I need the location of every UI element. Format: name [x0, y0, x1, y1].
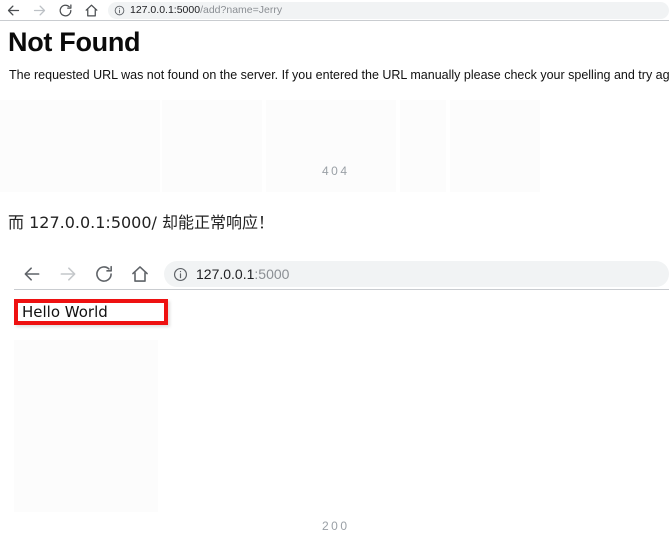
url-host-inner: 127.0.0.1: [196, 266, 255, 282]
highlight-box: Hello World: [14, 299, 168, 325]
back-arrow-icon: [22, 264, 42, 284]
toolbar-separator-top: [0, 20, 669, 21]
background-band: [400, 100, 446, 192]
home-button-inner[interactable]: [122, 259, 158, 289]
toolbar-separator-inner: [14, 289, 669, 290]
status-code-404: 404: [322, 164, 350, 178]
reload-icon: [58, 3, 73, 18]
reload-icon: [94, 264, 114, 284]
reload-button-inner[interactable]: [86, 259, 122, 289]
address-bar-url-inner: 127.0.0.1:5000: [196, 266, 289, 282]
reload-button-top[interactable]: [52, 0, 78, 20]
background-band: [0, 100, 160, 192]
forward-arrow-icon: [58, 264, 78, 284]
forward-arrow-icon: [32, 3, 47, 18]
address-bar-inner[interactable]: 127.0.0.1:5000: [164, 261, 669, 287]
url-port-inner: :5000: [254, 266, 290, 282]
forward-button-top[interactable]: [26, 0, 52, 20]
annotation-text: 而 127.0.0.1:5000/ 却能正常响应！: [8, 213, 275, 232]
info-circle-icon[interactable]: [164, 267, 196, 282]
back-arrow-icon: [6, 3, 21, 18]
back-button-inner[interactable]: [14, 259, 50, 289]
url-host-top: 127.0.0.1:5000: [130, 4, 201, 16]
background-band: [450, 100, 540, 192]
page-title: Not Found: [8, 27, 141, 57]
home-icon: [84, 3, 99, 18]
home-button-top[interactable]: [78, 0, 104, 20]
home-icon: [130, 264, 150, 284]
background-band: [162, 100, 262, 192]
url-path-top: /add?name=Jerry: [200, 4, 283, 16]
forward-button-inner[interactable]: [50, 259, 86, 289]
browser-toolbar-top: 127.0.0.1:5000/add?name=Jerry: [0, 0, 669, 20]
info-circle-icon[interactable]: [108, 5, 130, 16]
background-band: [266, 100, 396, 192]
browser-toolbar-inner: 127.0.0.1:5000: [14, 259, 669, 289]
address-bar-top[interactable]: 127.0.0.1:5000/add?name=Jerry: [108, 1, 669, 19]
back-button-top[interactable]: [0, 0, 26, 20]
address-bar-url-top: 127.0.0.1:5000/add?name=Jerry: [130, 4, 282, 16]
error-message: The requested URL was not found on the s…: [9, 68, 669, 82]
background-band: [14, 340, 158, 512]
response-body-text: Hello World: [22, 303, 108, 321]
status-code-200: 200: [322, 519, 350, 533]
